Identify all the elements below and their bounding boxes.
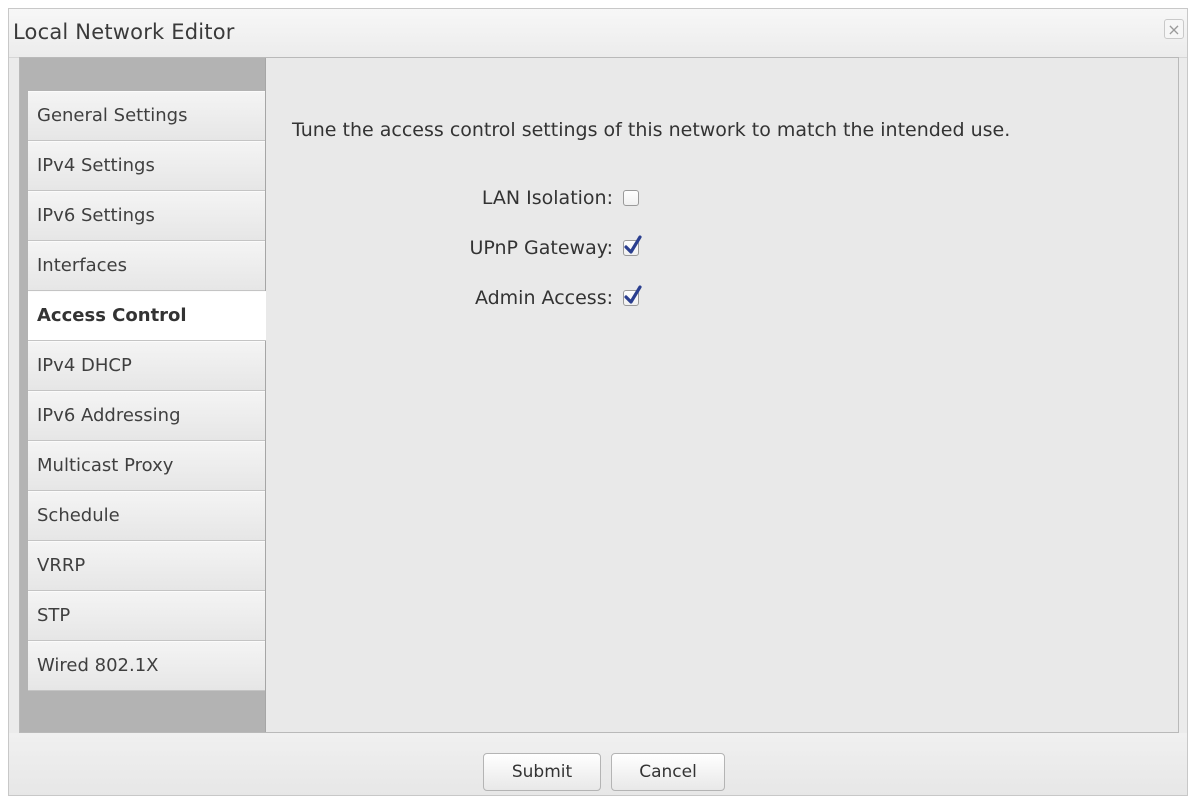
panel-description: Tune the access control settings of this… [292, 119, 1011, 141]
sidebar-item-label: IPv4 Settings [37, 155, 155, 176]
local-network-editor-dialog: Local Network Editor × General Settings … [8, 8, 1188, 796]
sidebar: General Settings IPv4 Settings IPv6 Sett… [20, 58, 266, 732]
sidebar-item-wired-802-1x[interactable]: Wired 802.1X [28, 641, 265, 691]
sidebar-item-general-settings[interactable]: General Settings [28, 91, 265, 141]
admin-access-label: Admin Access: [474, 287, 613, 309]
upnp-gateway-label: UPnP Gateway: [469, 237, 613, 259]
sidebar-item-ipv6-settings[interactable]: IPv6 Settings [28, 191, 265, 241]
sidebar-item-label: Multicast Proxy [37, 455, 174, 476]
lan-isolation-row: LAN Isolation: [482, 185, 639, 211]
dialog-title: Local Network Editor [13, 20, 235, 44]
sidebar-item-label: IPv6 Settings [37, 205, 155, 226]
sidebar-item-label: Wired 802.1X [37, 655, 159, 676]
dialog-titlebar: Local Network Editor × [9, 9, 1187, 58]
sidebar-item-label: General Settings [37, 105, 188, 126]
sidebar-item-vrrp[interactable]: VRRP [28, 541, 265, 591]
sidebar-item-schedule[interactable]: Schedule [28, 491, 265, 541]
admin-access-checkbox[interactable] [623, 285, 642, 306]
admin-access-row: Admin Access: [474, 285, 642, 311]
lan-isolation-checkbox[interactable] [623, 190, 639, 206]
sidebar-item-label: IPv4 DHCP [37, 355, 132, 376]
sidebar-item-label: STP [37, 605, 71, 626]
sidebar-item-label: VRRP [37, 555, 86, 576]
sidebar-item-stp[interactable]: STP [28, 591, 265, 641]
lan-isolation-label: LAN Isolation: [481, 187, 613, 209]
sidebar-item-label: IPv6 Addressing [37, 405, 181, 426]
sidebar-item-label: Access Control [37, 305, 187, 326]
sidebar-item-multicast-proxy[interactable]: Multicast Proxy [28, 441, 265, 491]
dialog-footer: Submit Cancel [9, 733, 1187, 795]
sidebar-item-ipv4-settings[interactable]: IPv4 Settings [28, 141, 265, 191]
sidebar-item-interfaces[interactable]: Interfaces [28, 241, 265, 291]
cancel-button[interactable]: Cancel [611, 753, 725, 791]
sidebar-item-label: Interfaces [37, 255, 127, 276]
access-control-panel: Tune the access control settings of this… [266, 58, 1178, 732]
upnp-gateway-row: UPnP Gateway: [469, 235, 642, 261]
check-mark-icon [624, 285, 642, 304]
sidebar-item-ipv6-addressing[interactable]: IPv6 Addressing [28, 391, 265, 441]
sidebar-item-access-control[interactable]: Access Control [28, 291, 266, 341]
dialog-body: General Settings IPv4 Settings IPv6 Sett… [19, 57, 1179, 733]
close-icon: × [1167, 20, 1181, 39]
close-button[interactable]: × [1164, 19, 1184, 39]
sidebar-item-ipv4-dhcp[interactable]: IPv4 DHCP [28, 341, 265, 391]
submit-button[interactable]: Submit [483, 753, 601, 791]
check-mark-icon [624, 235, 642, 254]
upnp-gateway-checkbox[interactable] [623, 235, 642, 256]
sidebar-item-label: Schedule [37, 505, 120, 526]
sidebar-nav: General Settings IPv4 Settings IPv6 Sett… [28, 91, 266, 691]
